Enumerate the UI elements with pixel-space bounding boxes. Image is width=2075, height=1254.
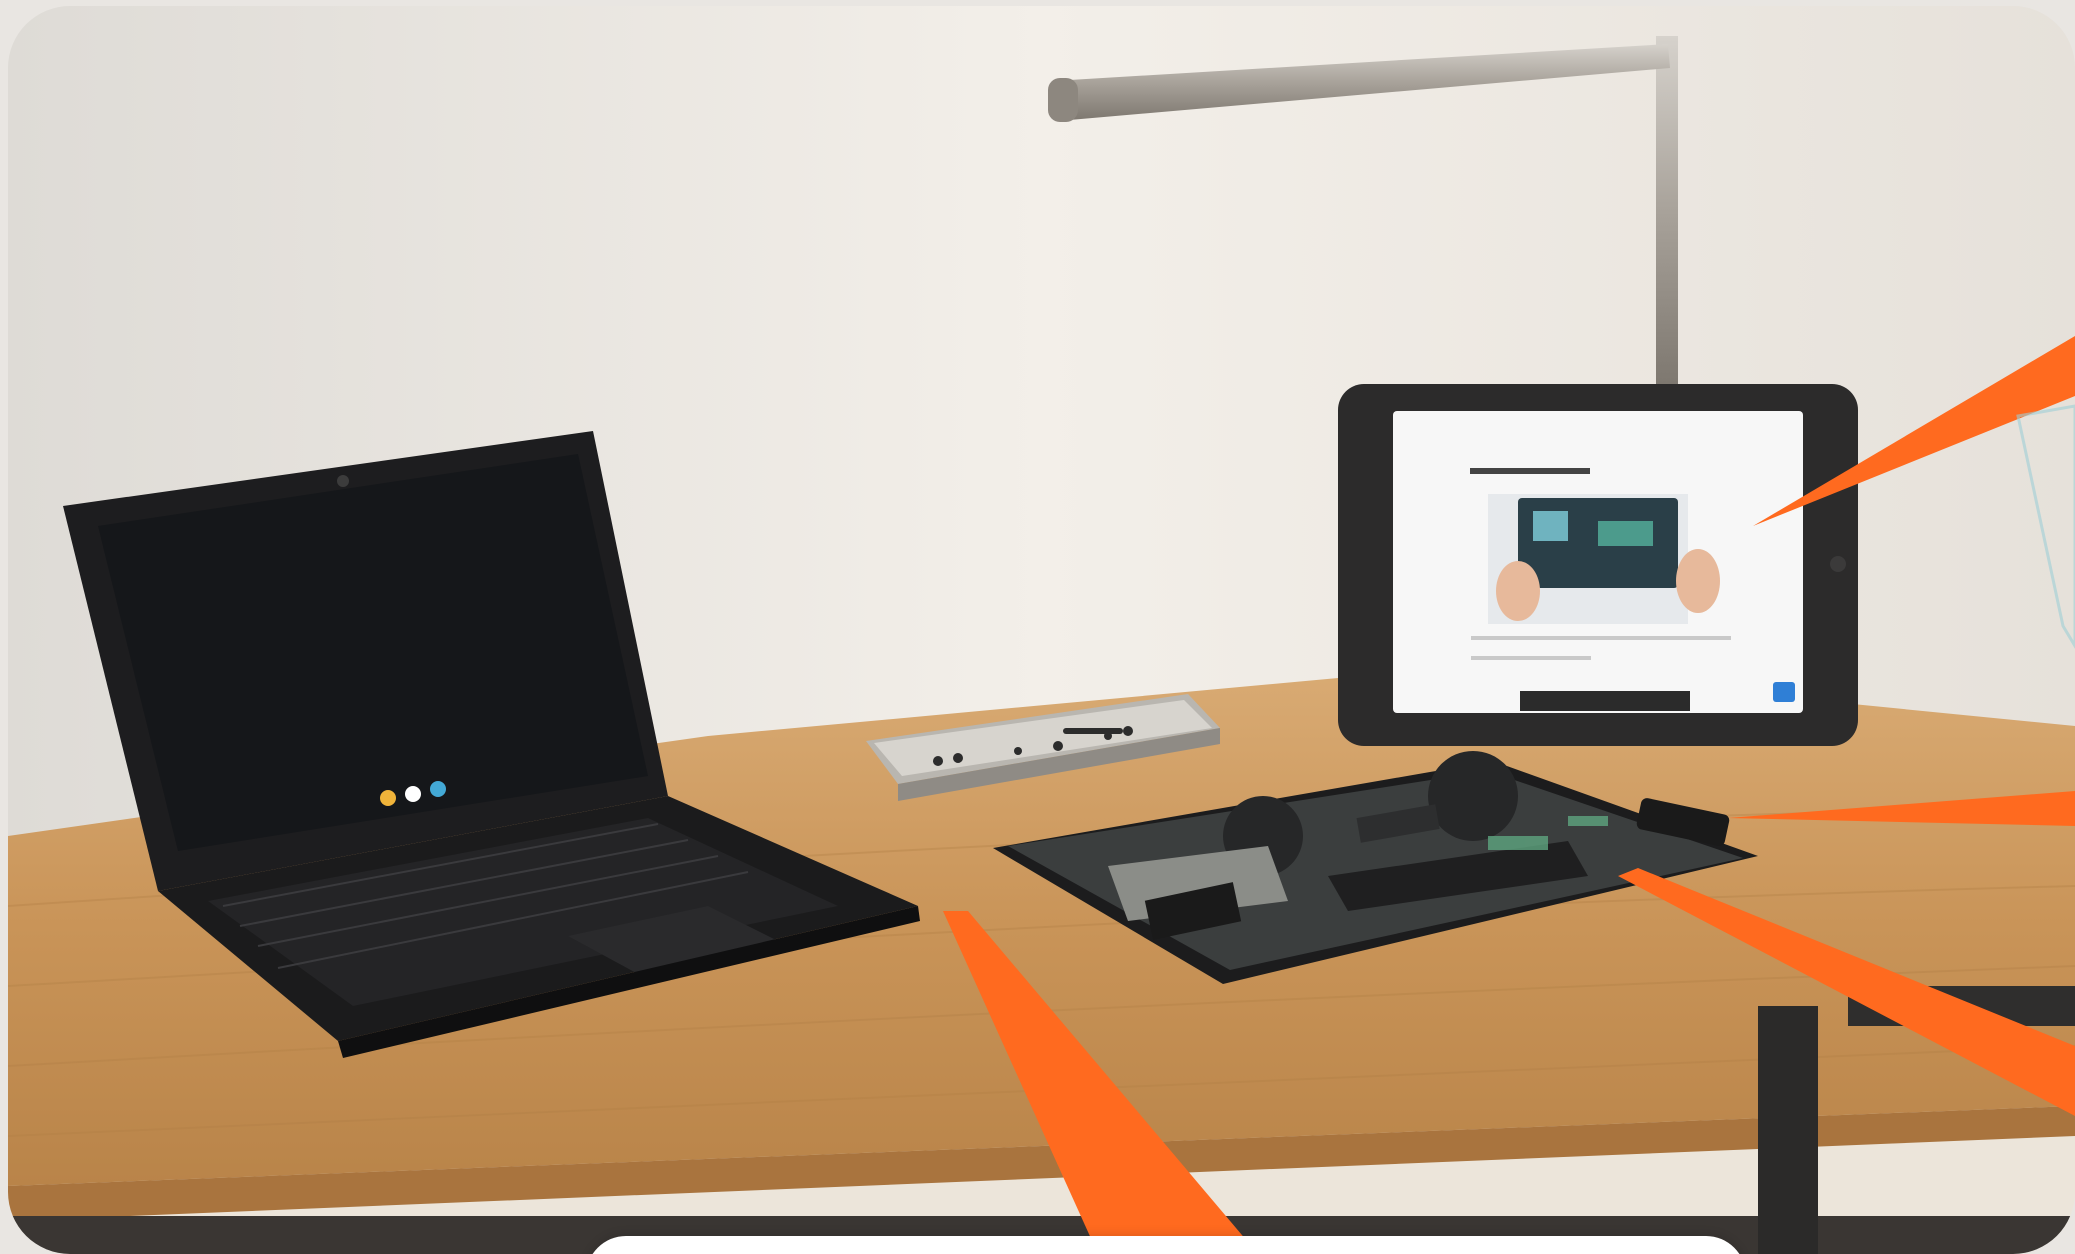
workstation-photo (8, 6, 2075, 1254)
desk-leg (1758, 1006, 1818, 1254)
lamp-pole (1656, 36, 1678, 388)
photo-frame (8, 6, 2075, 1254)
lamp-head (1048, 78, 1078, 122)
tablet (1338, 384, 1858, 746)
caption-card (586, 1236, 1746, 1254)
